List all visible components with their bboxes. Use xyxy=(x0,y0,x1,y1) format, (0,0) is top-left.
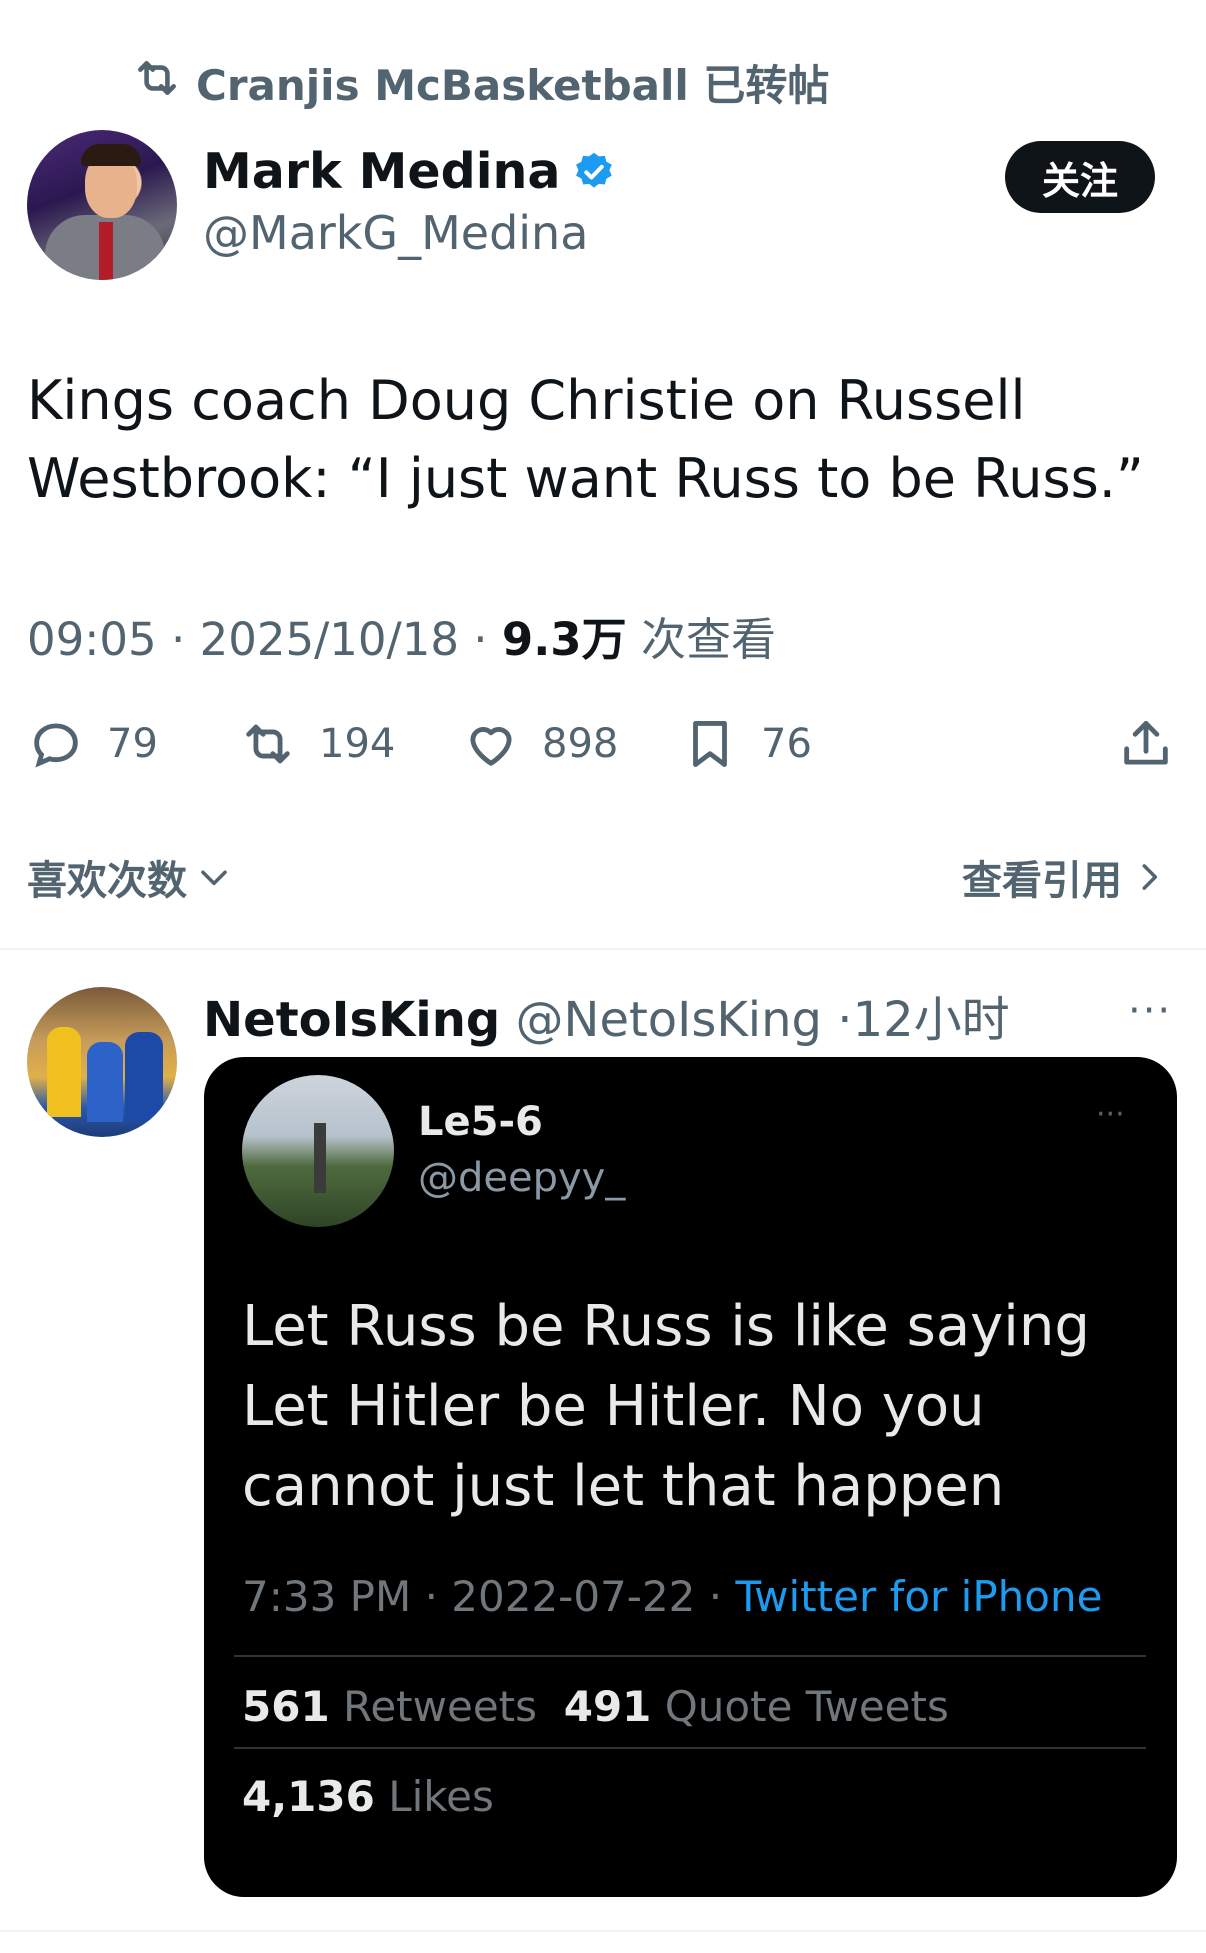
likes-dropdown[interactable]: 喜欢次数 xyxy=(27,848,233,906)
meta-separator: · xyxy=(708,1572,736,1621)
author-avatar[interactable] xyxy=(27,130,177,280)
embedded-handle: @deepyy_ xyxy=(418,1155,626,1201)
reply-handle[interactable]: @NetoIsKing xyxy=(516,992,823,1048)
like-count: 898 xyxy=(542,721,619,767)
embedded-divider xyxy=(234,1747,1146,1749)
avatar-figure xyxy=(314,1123,326,1193)
avatar-figure xyxy=(47,1027,81,1117)
meta-separator: · xyxy=(171,613,200,666)
like-button[interactable]: 898 xyxy=(462,715,618,773)
views-label: 次查看 xyxy=(640,613,776,666)
embedded-quotes-label: Quote Tweets xyxy=(664,1682,949,1731)
embedded-retweet-stats: 561 Retweets 491 Quote Tweets xyxy=(242,1682,949,1731)
tweet-date[interactable]: 2025/10/18 xyxy=(200,613,459,666)
embedded-quotes-count: 491 xyxy=(563,1682,652,1731)
author-name-row[interactable]: Mark Medina xyxy=(203,143,616,200)
avatar-tie xyxy=(99,222,113,280)
author-info: Mark Medina @MarkG_Medina xyxy=(203,143,616,260)
embedded-meta: 7:33 PM · 2022-07-22 · Twitter for iPhon… xyxy=(242,1572,1102,1621)
tweet-text: Kings coach Doug Christie on Russell Wes… xyxy=(27,369,1144,510)
meta-separator: · xyxy=(473,613,502,666)
embedded-retweets-count: 561 xyxy=(242,1682,330,1731)
section-divider xyxy=(0,1930,1206,1932)
author-handle[interactable]: @MarkG_Medina xyxy=(203,206,616,260)
bookmark-icon xyxy=(693,721,727,767)
verified-badge-icon xyxy=(576,152,613,188)
avatar-figure xyxy=(125,1032,163,1122)
retweet-button[interactable]: 194 xyxy=(239,715,395,773)
embedded-date: 2022-07-22 xyxy=(451,1572,696,1621)
author-display-name[interactable]: Mark Medina xyxy=(203,143,560,200)
share-icon xyxy=(1124,721,1168,765)
action-bar: 79 194 898 76 xyxy=(27,715,1182,775)
repost-text: Cranjis McBasketball 已转帖 xyxy=(196,61,830,110)
embedded-display-name: Le5-6 xyxy=(418,1099,543,1145)
follow-button[interactable]: 关注 xyxy=(1005,141,1155,213)
retweet-count: 194 xyxy=(319,721,396,767)
reply-display-name[interactable]: NetoIsKing xyxy=(203,992,500,1048)
repost-indicator[interactable]: Cranjis McBasketball 已转帖 xyxy=(132,52,829,113)
avatar-hair xyxy=(81,144,141,166)
embedded-divider xyxy=(234,1655,1146,1657)
embedded-retweets-label: Retweets xyxy=(343,1682,538,1731)
share-button[interactable] xyxy=(1117,715,1175,773)
section-divider xyxy=(0,948,1206,950)
heart-icon xyxy=(470,727,512,766)
reply-button[interactable]: 79 xyxy=(27,715,158,773)
embedded-source: Twitter for iPhone xyxy=(735,1572,1103,1621)
views-count: 9.3万 xyxy=(501,613,627,666)
bookmark-count: 76 xyxy=(761,721,812,767)
view-quotes-link[interactable]: 查看引用 xyxy=(962,848,1168,906)
reply-icon xyxy=(34,723,78,768)
embedded-more-icon: ··· xyxy=(1096,1097,1125,1132)
chevron-down-icon xyxy=(201,870,227,886)
tweet-meta: 09:05 · 2025/10/18 · 9.3万 次查看 xyxy=(27,603,776,668)
embedded-tweet-image[interactable]: Le5-6 @deepyy_ ··· Let Russ be Russ is l… xyxy=(204,1057,1177,1897)
embedded-time: 7:33 PM xyxy=(242,1572,412,1621)
tweet-time[interactable]: 09:05 xyxy=(27,613,157,666)
reply-count: 79 xyxy=(107,721,158,767)
repost-icon xyxy=(132,53,182,113)
reply-header: NetoIsKing @NetoIsKing ·12小时 xyxy=(203,980,1010,1050)
embedded-likes-count: 4,136 xyxy=(242,1772,375,1821)
retweet-icon xyxy=(246,724,290,764)
embedded-avatar xyxy=(242,1075,394,1227)
likes-link-label: 喜欢次数 xyxy=(27,858,187,904)
meta-separator: · xyxy=(837,992,853,1048)
embedded-like-stats: 4,136 Likes xyxy=(242,1772,494,1821)
embedded-likes-label: Likes xyxy=(388,1772,494,1821)
reply-time[interactable]: 12小时 xyxy=(853,992,1010,1048)
avatar-figure xyxy=(87,1042,123,1122)
chevron-right-icon xyxy=(1142,864,1158,890)
reply-author-avatar[interactable] xyxy=(27,987,177,1137)
meta-separator: · xyxy=(424,1572,452,1621)
bookmark-button[interactable]: 76 xyxy=(681,715,812,773)
more-options-icon[interactable]: ··· xyxy=(1128,988,1172,1034)
quotes-link-label: 查看引用 xyxy=(962,858,1122,904)
embedded-tweet-text: Let Russ be Russ is like saying Let Hitl… xyxy=(242,1294,1090,1519)
